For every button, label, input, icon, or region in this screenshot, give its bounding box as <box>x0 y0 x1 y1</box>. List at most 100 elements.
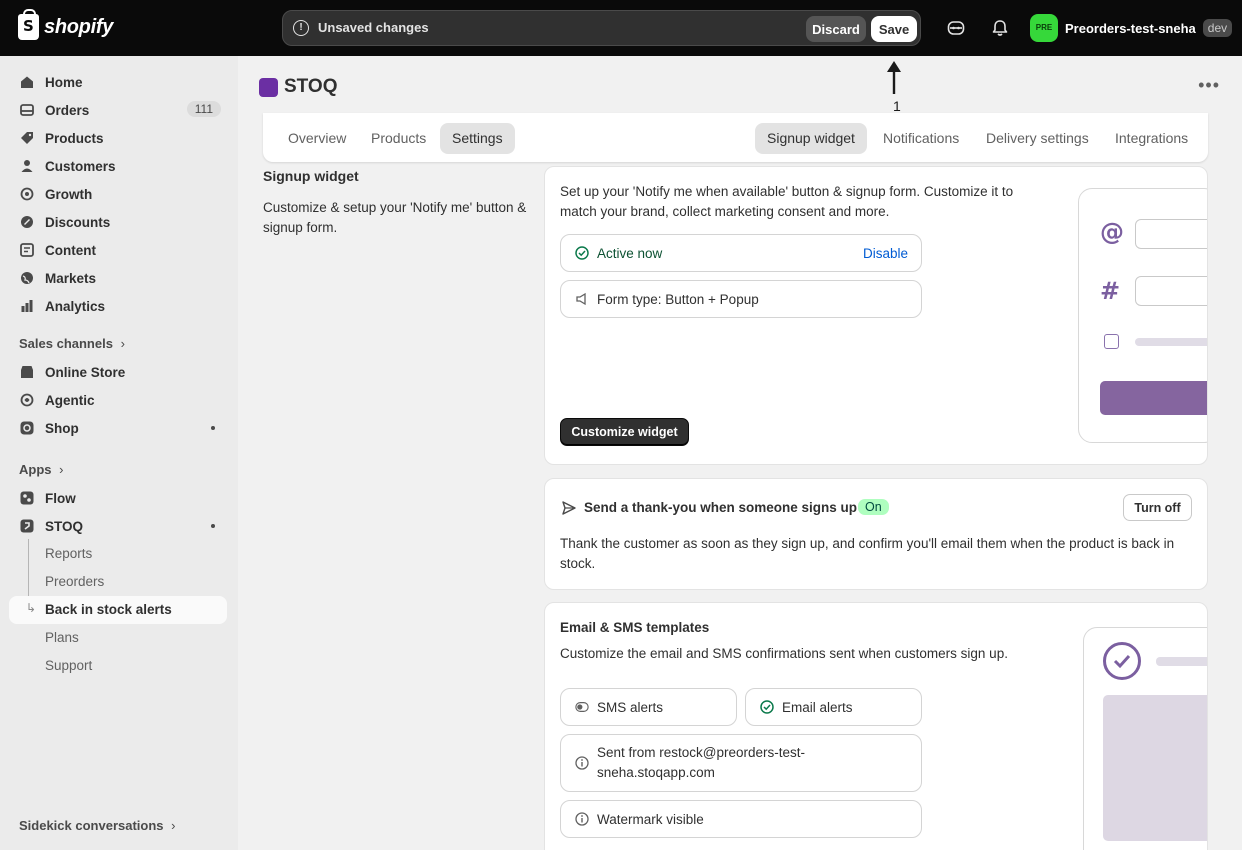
preview-consent-line <box>1135 338 1207 346</box>
sidekick-conversations-header[interactable]: Sidekick conversations › <box>19 818 175 833</box>
templates-title: Email & SMS templates <box>560 620 710 635</box>
shopify-logo[interactable]: shopify <box>18 9 113 40</box>
sidebar-item-orders[interactable]: Orders 111 <box>9 97 227 123</box>
tab-settings[interactable]: Settings <box>440 123 515 154</box>
email-preview <box>1083 627 1207 850</box>
hash-icon: # <box>1100 277 1121 305</box>
sidebar-item-analytics[interactable]: Analytics <box>9 293 227 319</box>
sidebar-item-growth[interactable]: Growth <box>9 181 227 207</box>
unsaved-changes-text: Unsaved changes <box>318 20 429 35</box>
sidebar-item-customers[interactable]: Customers <box>9 153 227 179</box>
toggle-off-icon <box>575 700 589 714</box>
preview-phone-field <box>1135 276 1207 306</box>
section-title: Signup widget <box>263 168 359 184</box>
sidebar-sub-support[interactable]: Support <box>45 658 92 673</box>
sidebar-item-stoq[interactable]: STOQ <box>9 513 227 539</box>
tab-notifications[interactable]: Notifications <box>871 123 971 154</box>
check-circle-icon <box>760 700 774 714</box>
app-title: STOQ <box>259 76 338 98</box>
widget-preview: @ # <box>1078 188 1207 443</box>
turn-off-button[interactable]: Turn off <box>1123 494 1192 521</box>
sidebar-item-content[interactable]: Content <box>9 237 227 263</box>
thank-you-card: Send a thank-you when someone signs up O… <box>544 478 1208 590</box>
info-icon <box>575 812 589 826</box>
store-menu[interactable]: PRE Preorders-test-sneha dev <box>1030 14 1233 42</box>
at-sign-icon: @ <box>1100 218 1124 246</box>
sidebar-item-shop[interactable]: Shop <box>9 415 227 441</box>
shop-icon <box>19 420 35 436</box>
store-icon <box>19 364 35 380</box>
signup-widget-card: Set up your 'Notify me when available' b… <box>544 166 1208 465</box>
chevron-right-icon: › <box>171 818 176 833</box>
unsaved-changes-bar: ! Unsaved changes Discard Save <box>282 10 921 46</box>
globe-icon <box>19 270 35 286</box>
form-type-text: Form type: Button + Popup <box>597 291 759 307</box>
shop-dot-indicator <box>211 426 215 430</box>
tree-branch-icon: ↳ <box>26 601 37 615</box>
section-description: Customize & setup your 'Notify me' butto… <box>263 200 527 235</box>
email-alerts-pill[interactable]: Email alerts <box>745 688 922 726</box>
top-bar: shopify ! Unsaved changes Discard Save P… <box>0 0 1242 56</box>
templates-description: Customize the email and SMS confirmation… <box>560 646 1008 661</box>
tag-icon <box>19 130 35 146</box>
agentic-icon <box>19 392 35 408</box>
more-actions-icon[interactable]: ••• <box>1198 75 1220 96</box>
sidekick-icon[interactable] <box>946 18 966 38</box>
sidebar-item-agentic[interactable]: Agentic <box>9 387 227 413</box>
preview-checkbox <box>1104 334 1119 349</box>
sidebar-sub-plans[interactable]: Plans <box>45 630 79 645</box>
shopify-bag-icon <box>18 9 39 40</box>
sent-from-row: Sent from restock@preorders-test-sneha.s… <box>560 734 922 792</box>
tab-signup-widget[interactable]: Signup widget <box>755 123 867 154</box>
tab-delivery-settings[interactable]: Delivery settings <box>974 123 1101 154</box>
bell-icon[interactable] <box>990 18 1010 38</box>
chevron-right-icon: › <box>120 336 125 351</box>
sidebar-sub-back-in-stock-alerts[interactable]: Back in stock alerts <box>45 602 172 617</box>
megaphone-icon <box>575 292 589 306</box>
sms-alerts-pill[interactable]: SMS alerts <box>560 688 737 726</box>
tab-integrations[interactable]: Integrations <box>1103 123 1200 154</box>
preview-image-placeholder <box>1103 695 1207 841</box>
send-icon <box>561 500 577 519</box>
sidebar-item-markets[interactable]: Markets <box>9 265 227 291</box>
stoq-icon <box>19 518 35 534</box>
apps-header[interactable]: Apps › <box>19 462 63 477</box>
status-active-row: Active now Disable <box>560 234 922 272</box>
info-icon <box>575 756 589 770</box>
sidebar-sub-reports[interactable]: Reports <box>45 546 92 561</box>
sidebar-item-products[interactable]: Products <box>9 125 227 151</box>
disable-button[interactable]: Disable <box>863 246 908 261</box>
dev-badge: dev <box>1202 19 1233 37</box>
save-button[interactable]: Save <box>871 16 917 42</box>
sidebar-item-flow[interactable]: Flow <box>9 485 227 511</box>
form-type-row: Form type: Button + Popup <box>560 280 922 318</box>
tab-bar: Overview Products Settings Signup widget… <box>263 113 1208 162</box>
orders-icon <box>19 102 35 118</box>
orders-count-badge: 111 <box>186 101 221 117</box>
sidebar-item-online-store[interactable]: Online Store <box>9 359 227 385</box>
flow-icon <box>19 490 35 506</box>
tab-products[interactable]: Products <box>359 123 438 154</box>
person-icon <box>19 158 35 174</box>
sales-channels-header[interactable]: Sales channels › <box>19 336 125 351</box>
stoq-dot-indicator <box>211 524 215 528</box>
stoq-logo-icon <box>259 77 278 97</box>
annotation-arrow-icon <box>887 61 901 94</box>
sent-from-text: Sent from restock@preorders-test-sneha.s… <box>597 745 806 780</box>
status-text: Active now <box>597 245 663 261</box>
sidebar: Home Orders 111 Products Customers Growt… <box>0 56 238 850</box>
customize-widget-button[interactable]: Customize widget <box>560 418 689 446</box>
discount-icon <box>19 214 35 230</box>
sidebar-item-home[interactable]: Home <box>9 69 227 95</box>
sidebar-sub-preorders[interactable]: Preorders <box>45 574 104 589</box>
growth-icon <box>19 186 35 202</box>
tab-overview[interactable]: Overview <box>276 123 358 154</box>
content-icon <box>19 242 35 258</box>
analytics-icon <box>19 298 35 314</box>
watermark-row: Watermark visible <box>560 800 922 838</box>
chevron-right-icon: › <box>59 462 64 477</box>
discard-button[interactable]: Discard <box>806 16 866 42</box>
watermark-text: Watermark visible <box>597 811 704 827</box>
sidebar-item-discounts[interactable]: Discounts <box>9 209 227 235</box>
store-avatar: PRE <box>1030 14 1058 42</box>
